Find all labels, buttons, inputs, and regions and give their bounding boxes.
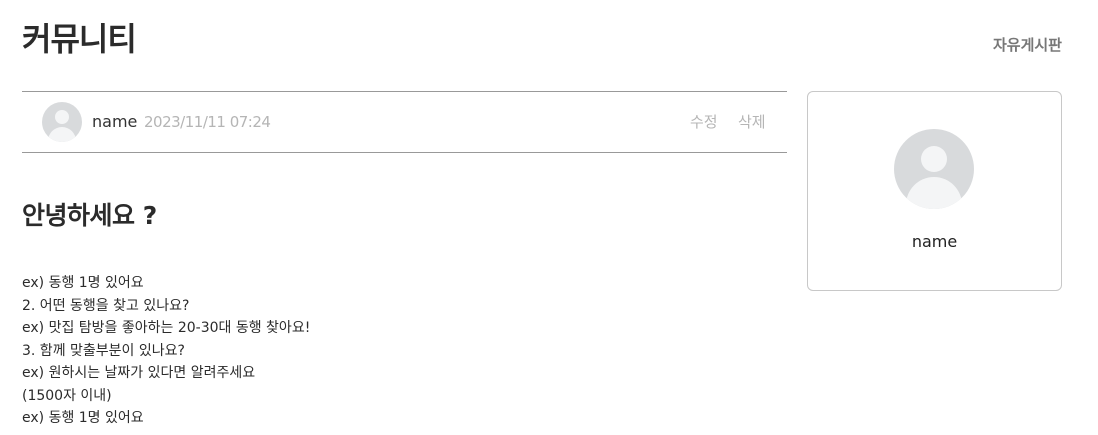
- post-author: name: [92, 112, 138, 131]
- post-body-line: ex) 동행 1명 있어요: [22, 410, 144, 426]
- page-title: 커뮤니티: [22, 20, 137, 58]
- edit-button[interactable]: 수정: [690, 111, 718, 132]
- post-body-line: 2. 어떤 동행을 찾고 있나요?: [22, 297, 190, 314]
- free-board-link[interactable]: 자유게시판: [993, 34, 1062, 55]
- post-body-line: ex) 맛집 탐방을 좋아하는 20-30대 동행 찾아요!: [22, 320, 311, 336]
- author-avatar-icon: [42, 102, 82, 142]
- author-profile-card: name: [807, 91, 1062, 291]
- profile-avatar-icon: [894, 129, 974, 209]
- post-body-line: (1500자 이내): [22, 387, 112, 404]
- profile-name: name: [911, 232, 958, 251]
- delete-button[interactable]: 삭제: [738, 111, 766, 132]
- post-body-line: ex) 원하시는 날짜가 있다면 알려주세요: [22, 365, 256, 381]
- post-body: ex) 동행 1명 있어요 2. 어떤 동행을 찾고 있나요? ex) 맛집 탐…: [22, 272, 310, 430]
- post-body-line: ex) 동행 1명 있어요: [22, 275, 144, 291]
- post-title: 안녕하세요 ?: [22, 201, 157, 230]
- post-meta-bar: name 2023/11/11 07:24 수정 삭제: [22, 91, 787, 153]
- post-body-line: 3. 함께 맞출부분이 있나요?: [22, 342, 185, 359]
- post-date: 2023/11/11 07:24: [144, 113, 271, 131]
